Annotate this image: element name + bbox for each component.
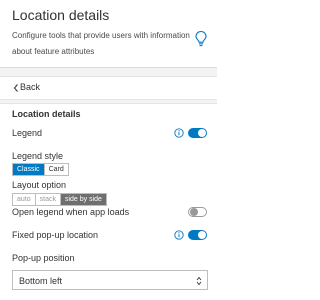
popup-position-value: Bottom left xyxy=(19,276,63,286)
chevron-left-icon xyxy=(13,84,18,92)
panel-header: Location details Configure tools that pr… xyxy=(0,0,217,67)
toggle-knob xyxy=(198,231,206,239)
legend-style-classic[interactable]: Classic xyxy=(13,164,45,175)
section-title: Location details xyxy=(12,109,81,119)
popup-position-select[interactable]: Bottom left xyxy=(12,270,208,290)
back-label: Back xyxy=(20,82,41,92)
layout-option-auto[interactable]: auto xyxy=(13,194,36,205)
toggle-knob xyxy=(198,129,206,137)
legend-toggle[interactable] xyxy=(188,128,207,138)
toggle-knob xyxy=(190,208,198,216)
open-legend-label: Open legend when app loads xyxy=(12,207,130,217)
page-title: Location details xyxy=(12,7,110,23)
legend-label: Legend xyxy=(12,128,43,138)
legend-style-label: Legend style xyxy=(12,151,64,161)
popup-position-label: Pop-up position xyxy=(12,253,75,263)
layout-option-label: Layout option xyxy=(12,180,67,190)
lightbulb-icon[interactable] xyxy=(194,30,208,48)
info-icon[interactable] xyxy=(174,230,184,240)
select-arrows-icon xyxy=(196,276,202,286)
layout-option-stack[interactable]: stack xyxy=(36,194,61,205)
open-legend-toggle[interactable] xyxy=(188,207,207,217)
page-description: Configure tools that provide users with … xyxy=(12,31,190,56)
info-icon[interactable] xyxy=(174,128,184,138)
back-button[interactable]: Back xyxy=(0,76,217,100)
layout-option-segmented: auto stack side by side xyxy=(12,193,107,206)
legend-style-segmented: Classic Card xyxy=(12,163,69,176)
layout-option-side-by-side[interactable]: side by side xyxy=(60,194,106,205)
legend-style-card[interactable]: Card xyxy=(45,164,68,175)
fixed-popup-label: Fixed pop-up location xyxy=(12,230,99,240)
fixed-popup-toggle[interactable] xyxy=(188,230,207,240)
